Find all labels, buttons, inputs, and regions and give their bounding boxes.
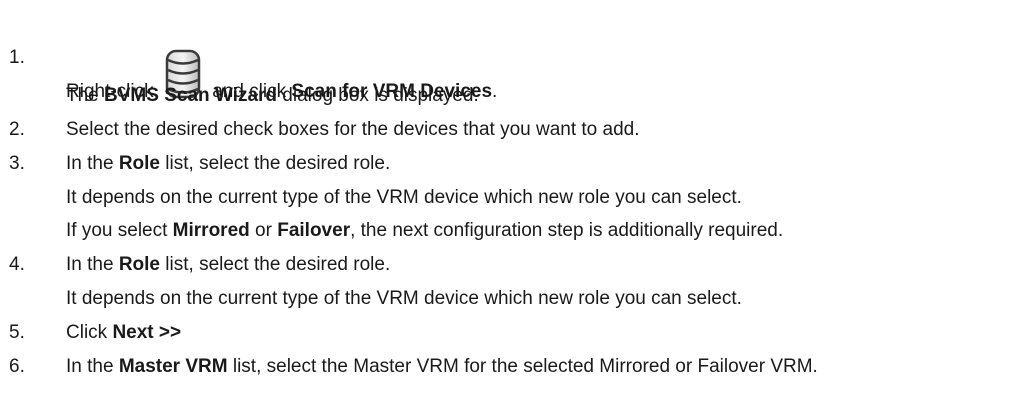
step-number: 6. <box>9 356 25 377</box>
step-number: 3. <box>9 153 25 174</box>
step-number: 1. <box>9 47 25 68</box>
step-line: It depends on the current type of the VR… <box>66 187 742 208</box>
step-line: The BVMS Scan Wizard dialog box is displ… <box>66 85 479 106</box>
step-number: 4. <box>9 254 25 275</box>
step-line: Select the desired check boxes for the d… <box>66 119 640 140</box>
step-line: In the Role list, select the desired rol… <box>66 254 391 275</box>
step-line: If you select Mirrored or Failover, the … <box>66 220 784 241</box>
step-line: In the Role list, select the desired rol… <box>66 153 391 174</box>
step-line: Click Next >> <box>66 322 182 343</box>
step-line: It depends on the current type of the VR… <box>66 288 742 309</box>
step-number: 2. <box>9 119 25 140</box>
step-number: 5. <box>9 322 25 343</box>
step-line: In the Master VRM list, select the Maste… <box>66 356 818 377</box>
